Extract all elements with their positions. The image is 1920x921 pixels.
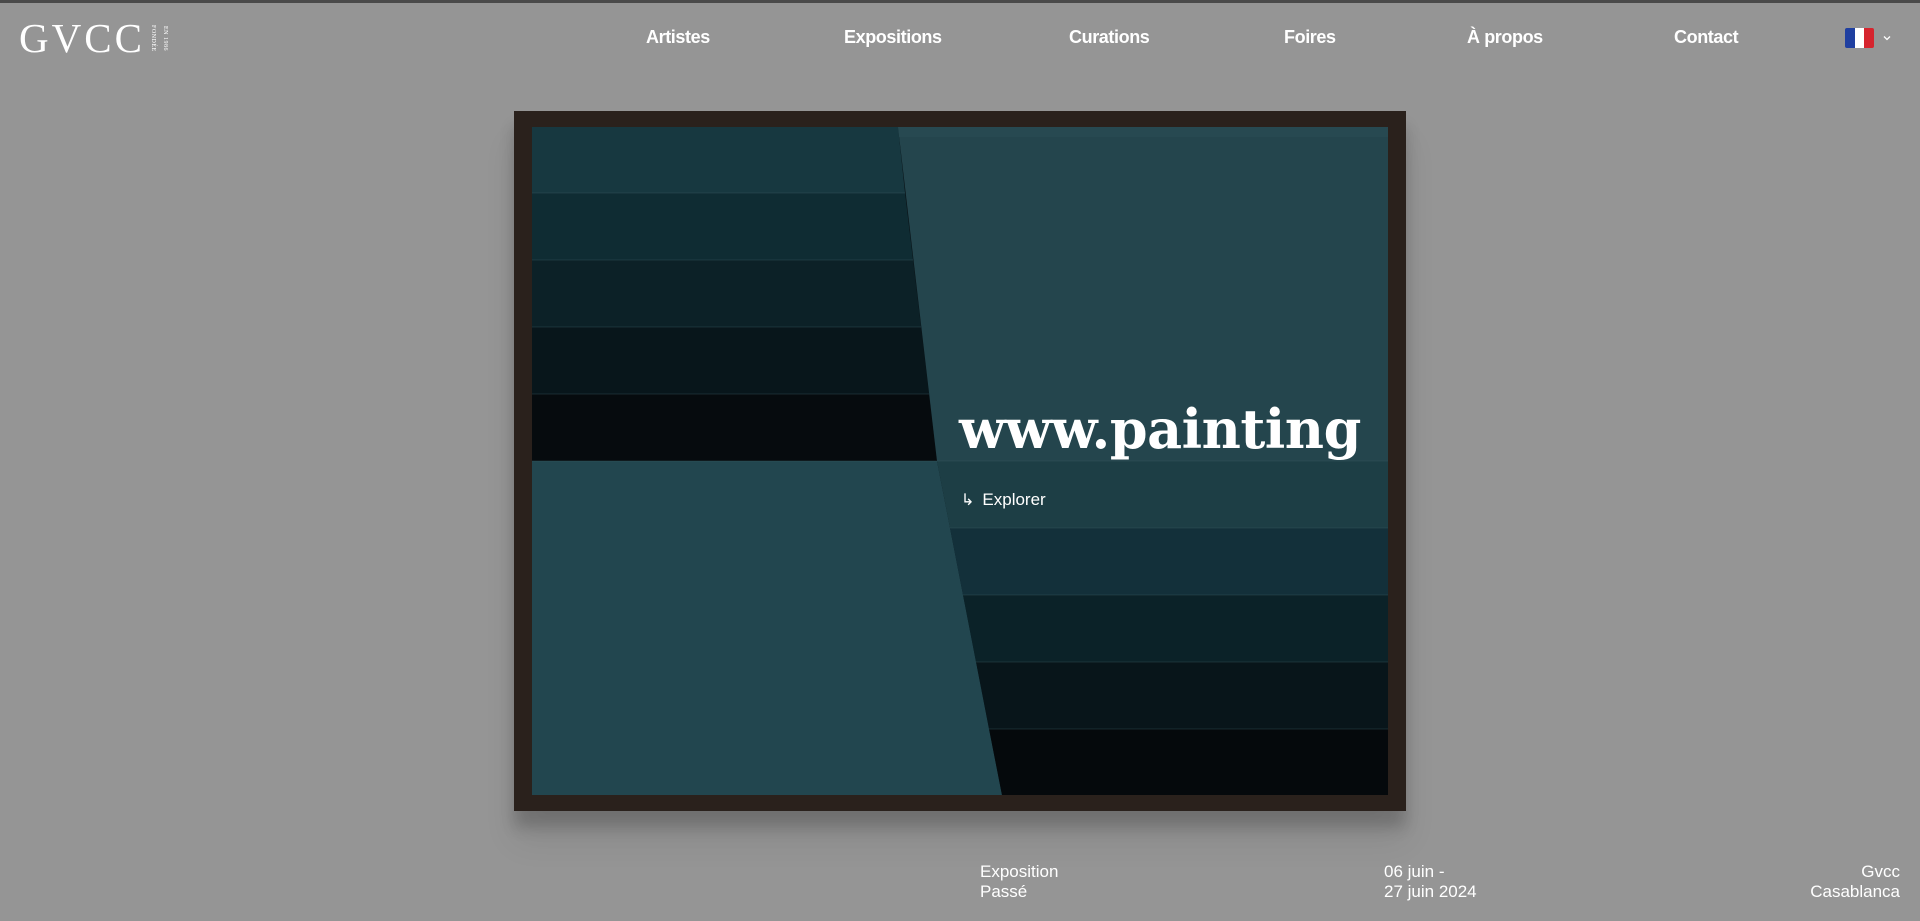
main-nav: Artistes Expositions Curations Foires À … [0, 27, 1920, 51]
exhibition-state: Passé [980, 882, 1028, 901]
nav-item-a-propos[interactable]: À propos [1467, 27, 1543, 48]
chevron-down-icon [1883, 36, 1891, 41]
explore-label: Explorer [982, 490, 1046, 509]
return-arrow-icon: ↳ [961, 492, 975, 509]
date-end: 27 juin 2024 [1384, 882, 1477, 901]
nav-item-contact[interactable]: Contact [1674, 27, 1739, 48]
flag-stripe-white [1854, 28, 1865, 48]
nav-item-foires[interactable]: Foires [1284, 27, 1336, 48]
flag-stripe-blue [1845, 28, 1855, 48]
nav-item-curations[interactable]: Curations [1069, 27, 1150, 48]
painting-graphic [532, 127, 1388, 795]
exhibition-title: www.painting [959, 397, 1361, 461]
flag-france-icon [1845, 28, 1874, 48]
date-start: 06 juin - [1384, 862, 1445, 881]
venue-city: Casablanca [1810, 882, 1900, 901]
nav-item-artistes[interactable]: Artistes [646, 27, 710, 48]
explore-link[interactable]: ↳ Explorer [961, 490, 1046, 510]
exhibition-type: Exposition [980, 862, 1059, 881]
artwork-image[interactable] [532, 127, 1388, 795]
exhibition-status: Exposition Passé [980, 862, 1058, 902]
nav-item-expositions[interactable]: Expositions [844, 27, 942, 48]
artwork-frame [514, 111, 1406, 811]
flag-stripe-red [1864, 28, 1874, 48]
venue-name: Gvcc [1861, 862, 1900, 881]
top-border [0, 0, 1920, 3]
exhibition-venue: Gvcc Casablanca [1810, 862, 1900, 902]
exhibition-dates: 06 juin - 27 juin 2024 [1384, 862, 1477, 902]
language-selector[interactable] [1845, 28, 1892, 48]
